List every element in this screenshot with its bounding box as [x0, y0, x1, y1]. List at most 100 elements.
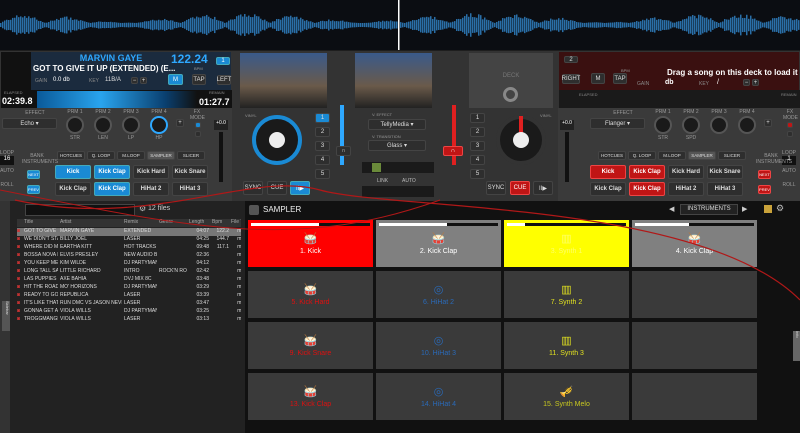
table-row[interactable]: ◙IT'S LIKE THATRUN DMC VS JASON NEVINSLA… — [17, 300, 241, 308]
left-jog-wheel[interactable] — [252, 115, 302, 165]
hotcue-button[interactable]: 1 — [470, 113, 485, 123]
left-headphone-button[interactable]: ∩ — [336, 146, 351, 156]
bank-next-icon[interactable]: ▶ — [742, 205, 747, 213]
table-row[interactable]: ◙YOU KEEP ME HANGIN ONKIM WILDE DJ PARTYM… — [17, 260, 241, 268]
sampler-pad-button[interactable]: Kick Hard — [133, 165, 169, 179]
pad-mode-tab[interactable]: M.LOOP — [658, 151, 686, 160]
sampler-pad[interactable]: 🥁 5. Kick Hard — [248, 271, 373, 318]
loop-value[interactable]: 16 — [0, 156, 14, 165]
fx-add-button[interactable]: + — [176, 119, 184, 127]
sampler-pad-button[interactable]: Kick Clap — [55, 182, 91, 196]
video-crossfader[interactable] — [362, 162, 434, 173]
sampler-pad[interactable] — [632, 271, 757, 318]
sampler-pad[interactable]: 🥁 2. Kick Clap — [376, 220, 501, 267]
sampler-pad-button[interactable]: Kick Clap — [94, 165, 130, 179]
param-knob[interactable] — [150, 116, 168, 134]
deck-side-button[interactable]: RIGHT — [562, 74, 580, 84]
sampler-pad-button[interactable]: Kick Clap — [94, 182, 130, 196]
grid-view-icon[interactable] — [764, 205, 772, 213]
pad-mode-tab[interactable]: SAMPLER — [147, 151, 175, 160]
param-knob[interactable] — [710, 116, 728, 134]
column-header[interactable]: Genre — [159, 219, 187, 225]
deck-side-button[interactable]: LEFT — [217, 75, 231, 85]
sampler-pad-button[interactable]: Kick — [55, 165, 91, 179]
sampler-pad[interactable] — [632, 322, 757, 369]
sampler-pad[interactable] — [632, 373, 757, 420]
sampler-pad[interactable]: 🥁 9. Kick Snare — [248, 322, 373, 369]
pitch-slider[interactable] — [219, 132, 223, 182]
table-row[interactable]: ◙LAS PUPPIESAXE BAHIA DVJ MIX 8C 03:48 mp4 — [17, 276, 241, 284]
hotcue-button[interactable]: 4 — [470, 155, 485, 165]
sampler-pad[interactable]: 🥁 1. Kick — [248, 220, 373, 267]
sampler-pad[interactable]: 🥁 13. Kick Clap — [248, 373, 373, 420]
left-play-button[interactable]: II▶ — [290, 181, 310, 195]
pad-mode-tab[interactable]: Q. LOOP — [628, 151, 656, 160]
table-row[interactable]: ◙WHERE DID MY BABY GOEARTHA KITT HOT TRAC… — [17, 244, 241, 252]
track-waveform[interactable] — [37, 91, 197, 108]
hotcue-button[interactable]: 5 — [315, 169, 330, 179]
table-row[interactable]: ◙GONNA GET ALONGVIOLA WILLS DJ PARTYMAN 03… — [17, 308, 241, 316]
bank-prev-icon[interactable]: ◀ — [669, 205, 674, 213]
pad-mode-tab[interactable]: HOTCUES — [598, 151, 626, 160]
right-cue-button[interactable]: CUE — [510, 181, 530, 195]
key-plus-button[interactable]: + — [752, 79, 759, 86]
pad-mode-tab[interactable]: HOTCUES — [57, 151, 85, 160]
sampler-pad-button[interactable]: Kick Clap — [590, 182, 626, 196]
sampler-settings-icon[interactable]: ⚙ — [776, 203, 784, 214]
bank-next-button[interactable]: NEXT — [758, 170, 771, 179]
effect-select[interactable]: Flanger ▾ — [590, 118, 645, 129]
pad-mode-tab[interactable]: Q. LOOP — [87, 151, 115, 160]
fx-mode-1-button[interactable] — [787, 122, 793, 128]
table-row[interactable]: ◙HIT THE ROAD JACKMO' HORIZONS DJ PARTYMA… — [17, 284, 241, 292]
column-header[interactable]: Title — [24, 219, 58, 225]
sampler-pad[interactable]: 🎺 15. Synth Melo — [504, 373, 629, 420]
deck-number-button[interactable]: 2 — [564, 56, 578, 63]
master-button[interactable]: M — [168, 74, 183, 85]
param-knob[interactable] — [122, 116, 140, 134]
sampler-pad[interactable]: 🥁 4. Kick Clap — [632, 220, 757, 267]
table-row[interactable]: ◙GOT TO GIVE IT UP (EXTENDED)MARVIN GAYE… — [17, 228, 241, 236]
sampler-pad-button[interactable]: Kick — [590, 165, 626, 179]
bank-next-button[interactable]: NEXT — [27, 170, 40, 179]
fx-mode-1-button[interactable] — [195, 122, 201, 128]
sampler-pad-button[interactable]: Kick Hard — [668, 165, 704, 179]
hotcue-button[interactable]: 3 — [470, 141, 485, 151]
v-effect-select[interactable]: TellyMedia ▾ — [368, 119, 426, 130]
key-plus-button[interactable]: + — [140, 77, 147, 84]
fx-mode-2-button[interactable] — [195, 131, 201, 137]
table-row[interactable]: ◙LONG TALL SALLYLITTLE RICHARD INTRO ROCK'… — [17, 268, 241, 276]
sampler-pad[interactable]: ◎ 6. HiHat 2 — [376, 271, 501, 318]
v-transition-select[interactable]: Glass ▾ — [368, 140, 426, 151]
table-row[interactable]: ◙TROGGMANGEVIOLA WILLS LASER 03:13 mp4 — [17, 316, 241, 324]
key-minus-button[interactable]: − — [743, 79, 750, 86]
pitch-slider[interactable] — [565, 132, 569, 182]
hotcue-button[interactable]: 2 — [470, 127, 485, 137]
deck-number-button[interactable]: 1 — [216, 57, 230, 65]
left-cue-button[interactable]: CUE — [267, 181, 287, 195]
param-knob[interactable] — [682, 116, 700, 134]
sampler-pad-button[interactable]: Kick Clap — [629, 165, 665, 179]
sampler-pad[interactable]: ▥ 3. Synth 1 — [504, 220, 629, 267]
column-header[interactable]: Bpm — [212, 219, 229, 225]
sampler-pad-button[interactable]: HiHat 3 — [172, 182, 208, 196]
pad-mode-tab[interactable]: M.LOOP — [117, 151, 145, 160]
sampler-pad[interactable]: ◎ 10. HiHat 3 — [376, 322, 501, 369]
fx-mode-2-button[interactable] — [787, 131, 793, 137]
table-row[interactable]: ◙BOSSA NOVA BABYELVIS PRESLEYNEW AUDIO B… — [17, 252, 241, 260]
sampler-pad-button[interactable]: Kick Snare — [707, 165, 743, 179]
search-input[interactable] — [25, 204, 135, 216]
column-header[interactable]: File Type — [231, 219, 241, 225]
param-knob[interactable] — [94, 116, 112, 134]
sampler-pad[interactable]: ◎ 14. HiHat 4 — [376, 373, 501, 420]
hotcue-button[interactable]: 3 — [315, 141, 330, 151]
sampler-pad-button[interactable]: HiHat 2 — [668, 182, 704, 196]
param-knob[interactable] — [654, 116, 672, 134]
table-row[interactable]: ◙READY TO GOREPUBLICA LASER 03:39 mp4 — [17, 292, 241, 300]
master-button[interactable]: M — [591, 73, 605, 84]
sampler-pad-button[interactable]: HiHat 2 — [133, 182, 169, 196]
column-header[interactable]: Artist — [60, 219, 122, 225]
right-sync-button[interactable]: SYNC — [486, 181, 506, 195]
hotcue-button[interactable]: 1 — [315, 113, 330, 123]
sampler-pad-button[interactable]: HiHat 3 — [707, 182, 743, 196]
effect-select[interactable]: Echo ▾ — [2, 118, 57, 129]
